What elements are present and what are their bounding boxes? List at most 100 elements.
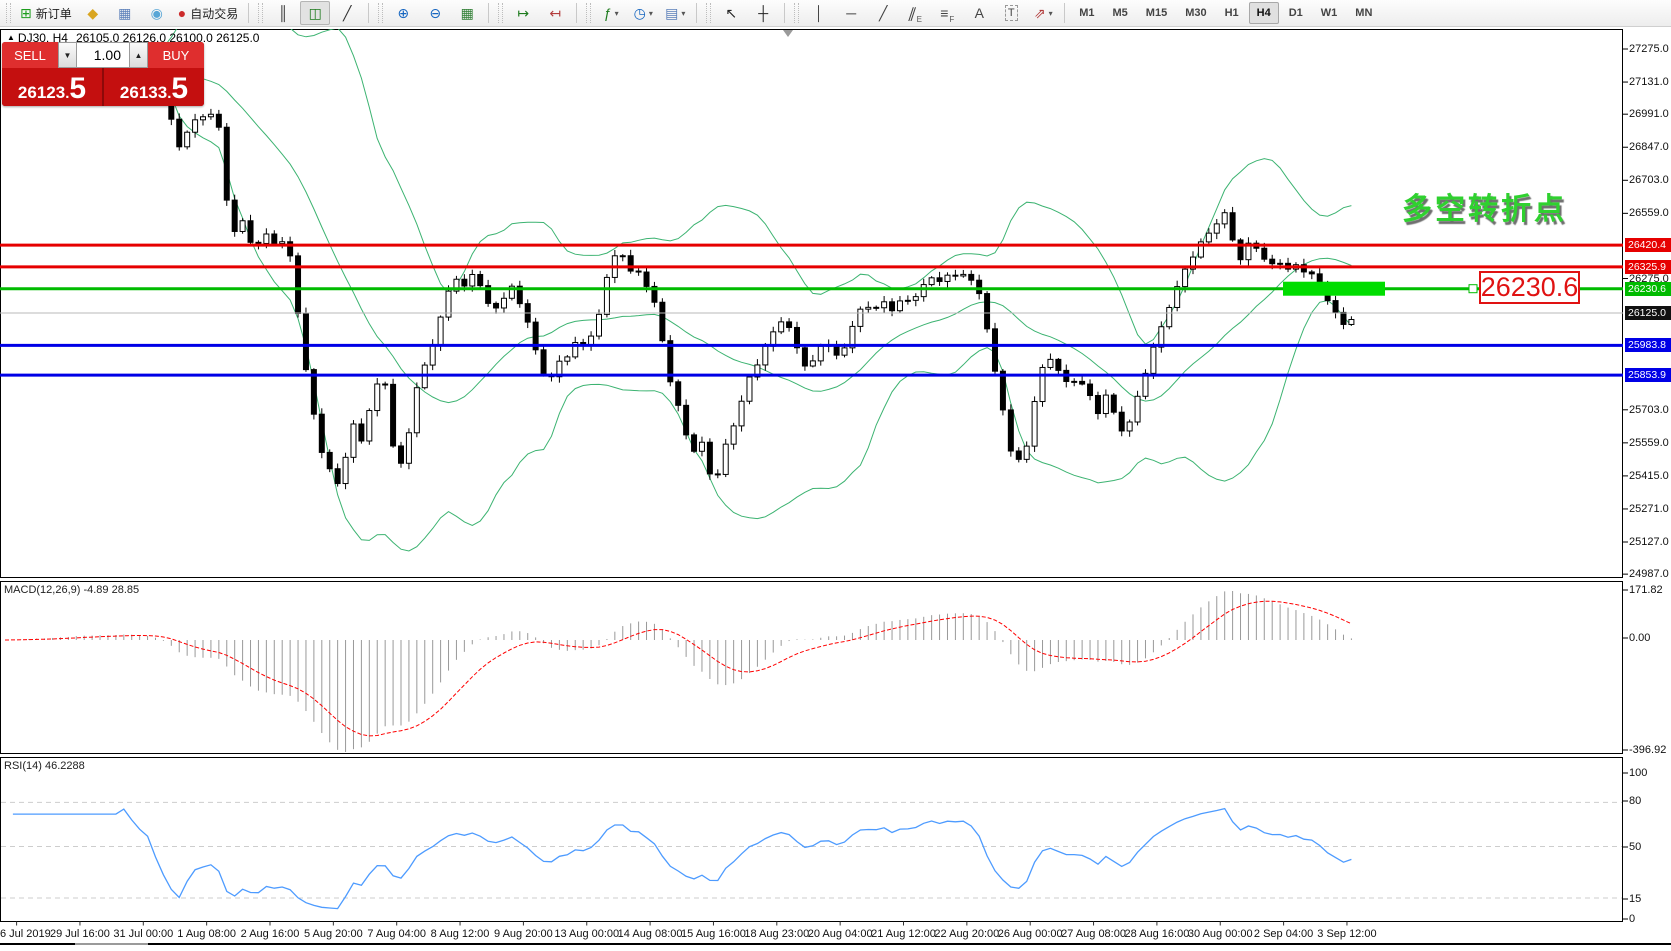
level-price-chip: 25983.8 <box>1625 338 1671 352</box>
auto-scroll-icon: ↦ <box>517 6 529 20</box>
time-axis-label: 20 Aug 04:00 <box>808 928 873 940</box>
timeframe-mn-button[interactable]: MN <box>1347 2 1380 24</box>
fibonacci-button[interactable]: ≡F <box>932 1 962 25</box>
chart-canvas[interactable] <box>0 0 1671 951</box>
data-window-button[interactable]: ▦ <box>110 1 140 25</box>
one-click-trading-panel: SELL ▼ 1.00 ▲ BUY 26123 . 5 26133 . 5 <box>2 42 204 106</box>
time-axis-label: 30 Aug 00:00 <box>1188 928 1253 940</box>
buy-button[interactable]: BUY <box>148 42 204 68</box>
candlestick-button[interactable]: ◫ <box>300 1 330 25</box>
new-order-icon: ⊞ <box>20 6 32 20</box>
indicators-button-dropdown-icon[interactable]: ▾ <box>615 9 619 18</box>
vline-button[interactable]: │ <box>804 1 834 25</box>
turning-point-annotation[interactable]: 多空转折点 <box>1402 184 1567 228</box>
price-callout-box[interactable]: 26230.6 <box>1479 271 1580 304</box>
vline-icon: │ <box>815 6 824 20</box>
bar-chart-button[interactable]: ║ <box>268 1 298 25</box>
time-axis-label: 8 Aug 12:00 <box>431 928 490 940</box>
price-tick-label: 25559.0 <box>1629 437 1669 449</box>
sell-price-button[interactable]: 26123 . 5 <box>2 68 104 106</box>
arrows-button-dropdown-icon[interactable]: ▾ <box>1049 9 1053 18</box>
trendline-button[interactable]: ╱ <box>868 1 898 25</box>
periods-button-dropdown-icon[interactable]: ▾ <box>649 9 653 18</box>
zoom-in-button[interactable]: ⊕ <box>388 1 418 25</box>
buy-price-button[interactable]: 26133 . 5 <box>104 68 204 106</box>
navigator-button[interactable]: ◉ <box>142 1 172 25</box>
templates-button[interactable]: ▤▾ <box>660 1 690 25</box>
rsi-axis-label: 100 <box>1629 767 1647 779</box>
time-axis-label: 29 Jul 16:00 <box>50 928 110 940</box>
rsi-axis-label: 0 <box>1629 913 1635 925</box>
macd-axis-label: -396.92 <box>1629 744 1666 756</box>
time-axis-label: 18 Aug 23:00 <box>744 928 809 940</box>
new-order-button-label: 新订单 <box>36 5 72 22</box>
toolbar: ⊞新订单◆▦◉●自动交易║◫╱⊕⊖▦↦↤ƒ▾◷▾▤▾↖┼│─╱∥E≡FAT⇗▾M… <box>0 0 1671 27</box>
text-button[interactable]: A <box>964 1 994 25</box>
templates-button-dropdown-icon[interactable]: ▾ <box>681 9 685 18</box>
volume-decrease-button[interactable]: ▼ <box>58 42 77 68</box>
timeframe-m5-button[interactable]: M5 <box>1105 2 1136 24</box>
time-axis-label: 6 Jul 2019 <box>0 928 51 940</box>
zoom-out-icon: ⊖ <box>429 6 441 20</box>
rsi-indicator-label: RSI(14) 46.2288 <box>4 760 85 772</box>
zoom-in-icon: ⊕ <box>397 6 409 20</box>
turning-point-highlight-box[interactable] <box>1283 282 1385 296</box>
arrows-button[interactable]: ⇗▾ <box>1028 1 1058 25</box>
level-price-chip: 26230.6 <box>1625 282 1671 296</box>
sell-button[interactable]: SELL <box>2 42 58 68</box>
time-axis-label: 21 Aug 12:00 <box>871 928 936 940</box>
timeframe-m30-button[interactable]: M30 <box>1177 2 1214 24</box>
timeframe-m15-button[interactable]: M15 <box>1138 2 1175 24</box>
channel-button[interactable]: ∥E <box>900 1 930 25</box>
time-axis-label: 2 Aug 16:00 <box>241 928 300 940</box>
templates-icon: ▤ <box>665 6 678 20</box>
chart-shift-button[interactable]: ↤ <box>540 1 570 25</box>
cursor-icon: ↖ <box>725 6 737 20</box>
macd-axis-label: 171.82 <box>1629 584 1663 596</box>
trendline-icon: ╱ <box>879 6 887 20</box>
timeframe-m1-button[interactable]: M1 <box>1071 2 1102 24</box>
price-tick-label: 26559.0 <box>1629 207 1669 219</box>
market-watch-button[interactable]: ◆ <box>78 1 108 25</box>
arrows-icon: ⇗ <box>1034 6 1046 20</box>
timeframe-w1-button[interactable]: W1 <box>1313 2 1346 24</box>
level-price-chip: 26325.9 <box>1625 260 1671 274</box>
crosshair-button[interactable]: ┼ <box>748 1 778 25</box>
new-order-button[interactable]: ⊞ 新订单 <box>16 1 76 25</box>
timeframe-h4-button[interactable]: H4 <box>1249 2 1279 24</box>
periods-button[interactable]: ◷▾ <box>628 1 658 25</box>
time-axis-label: 28 Aug 16:00 <box>1124 928 1189 940</box>
hline-button[interactable]: ─ <box>836 1 866 25</box>
cursor-button[interactable]: ↖ <box>716 1 746 25</box>
time-axis-label: 5 Aug 20:00 <box>304 928 363 940</box>
price-tick-label: 27275.0 <box>1629 43 1669 55</box>
volume-increase-button[interactable]: ▲ <box>129 42 148 68</box>
indicators-button[interactable]: ƒ▾ <box>596 1 626 25</box>
market-watch-icon: ◆ <box>87 6 98 20</box>
text-icon: A <box>975 6 984 20</box>
chart-bottom-border <box>0 943 1671 945</box>
auto-scroll-button[interactable]: ↦ <box>508 1 538 25</box>
timeframe-d1-button[interactable]: D1 <box>1281 2 1311 24</box>
price-tick-label: 26847.0 <box>1629 141 1669 153</box>
tile-windows-button[interactable]: ▦ <box>452 1 482 25</box>
level-price-chip: 25853.9 <box>1625 368 1671 382</box>
autotrade-button[interactable]: ●自动交易 <box>174 1 242 25</box>
time-axis-label: 14 Aug 08:00 <box>618 928 683 940</box>
connector-handle[interactable] <box>1469 285 1477 293</box>
timeframe-h1-button[interactable]: H1 <box>1217 2 1247 24</box>
level-price-chip: 26420.4 <box>1625 238 1671 252</box>
buy-price-int: 26133 <box>120 83 167 103</box>
time-axis-label: 2 Sep 04:00 <box>1254 928 1313 940</box>
bar-chart-icon: ║ <box>278 6 288 20</box>
zoom-out-button[interactable]: ⊖ <box>420 1 450 25</box>
mt4-window: ⊞新订单◆▦◉●自动交易║◫╱⊕⊖▦↦↤ƒ▾◷▾▤▾↖┼│─╱∥E≡FAT⇗▾M… <box>0 0 1671 951</box>
autotrade-icon: ● <box>178 6 186 20</box>
rsi-axis-label: 50 <box>1629 841 1641 853</box>
line-chart-button[interactable]: ╱ <box>332 1 362 25</box>
volume-input[interactable]: 1.00 <box>77 42 129 68</box>
quick-navigation-handle[interactable] <box>75 943 148 945</box>
price-tick-label: 25127.0 <box>1629 536 1669 548</box>
chart-shift-marker[interactable] <box>783 30 793 37</box>
label-button[interactable]: T <box>996 1 1026 25</box>
